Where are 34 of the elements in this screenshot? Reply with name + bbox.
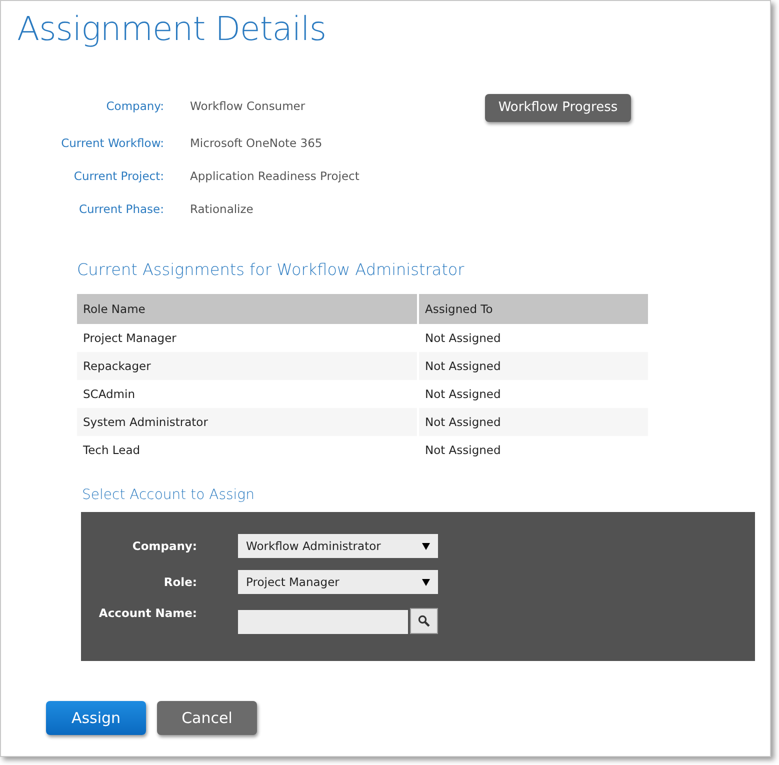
page-title: Assignment Details bbox=[17, 9, 328, 49]
detail-label: Company: bbox=[105, 98, 164, 115]
detail-value: Application Readiness Project bbox=[190, 168, 360, 185]
detail-label: Current Workflow: bbox=[60, 135, 164, 152]
detail-value: Workflow Consumer bbox=[190, 98, 306, 115]
assign-button[interactable]: Assign bbox=[46, 701, 146, 735]
table-cell: Not Assigned bbox=[418, 408, 648, 436]
dropdown[interactable]: Project Manager bbox=[238, 570, 438, 594]
table-cell: Project Manager bbox=[77, 324, 418, 352]
table-cell: SCAdmin bbox=[77, 380, 418, 408]
search-icon bbox=[418, 615, 430, 627]
search-button[interactable] bbox=[410, 608, 438, 634]
detail-label: Current Project: bbox=[72, 168, 164, 185]
table-cell: System Administrator bbox=[77, 408, 418, 436]
column-header: Assigned To bbox=[418, 294, 648, 324]
field-label: Role: bbox=[162, 574, 197, 591]
field-label: Account Name: bbox=[98, 606, 197, 622]
input-field[interactable] bbox=[238, 610, 408, 634]
section-heading: Current Assignments for Workflow Administrator bbox=[77, 259, 466, 281]
workflow-progress-button[interactable]: Workflow Progress bbox=[485, 94, 631, 122]
table-cell: Not Assigned bbox=[418, 436, 648, 464]
section-heading: Select Account to Assign bbox=[82, 486, 256, 505]
caret-icon bbox=[422, 542, 430, 550]
table-cell: Repackager bbox=[77, 352, 418, 380]
table-cell: Not Assigned bbox=[418, 352, 648, 380]
detail-value: Rationalize bbox=[190, 201, 254, 218]
field-label: Company: bbox=[131, 538, 197, 555]
dropdown[interactable]: Workflow Administrator bbox=[238, 534, 438, 558]
cancel-button[interactable]: Cancel bbox=[157, 701, 257, 735]
column-header: Role Name bbox=[77, 294, 418, 324]
detail-label: Current Phase: bbox=[78, 201, 164, 218]
detail-value: Microsoft OneNote 365 bbox=[190, 135, 324, 152]
caret-icon bbox=[422, 578, 430, 586]
table-cell: Tech Lead bbox=[77, 436, 418, 464]
